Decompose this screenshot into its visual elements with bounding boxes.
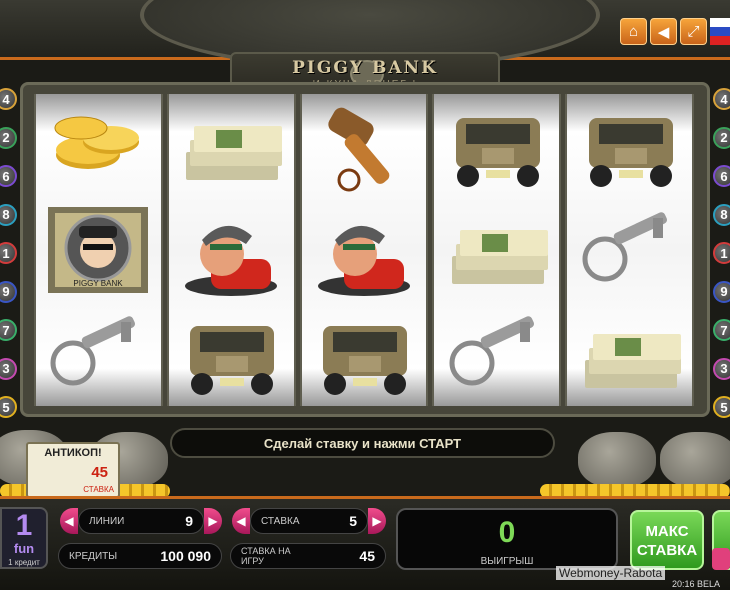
payline-badge-6[interactable]: 6 bbox=[713, 165, 730, 187]
lines-label: ЛИНИИ bbox=[89, 515, 125, 527]
robber-symbol-icon bbox=[302, 198, 427, 302]
reel-3 bbox=[299, 94, 429, 406]
payline-badge-5[interactable]: 5 bbox=[0, 396, 17, 418]
cash-stack-symbol-icon bbox=[567, 302, 692, 406]
max-bet-button[interactable]: МАКС СТАВКА bbox=[630, 510, 704, 570]
gold-coins-symbol-icon bbox=[36, 94, 161, 198]
lines-display: ЛИНИИ 9 bbox=[78, 508, 204, 534]
payline-badge-3[interactable]: 3 bbox=[0, 357, 17, 380]
bet-label: СТАВКА bbox=[261, 515, 300, 527]
clock: 20:16 BELA bbox=[672, 579, 721, 589]
cash-stack-symbol-icon bbox=[434, 198, 559, 302]
denomination-label: fun bbox=[13, 541, 35, 556]
hammer-symbol-icon bbox=[302, 94, 427, 198]
status-message: Сделай ставку и нажми СТАРТ bbox=[170, 428, 555, 458]
anticop-title: АНТИКОП! bbox=[44, 447, 102, 459]
denomination-box[interactable]: 1 fun 1 кредит bbox=[0, 507, 48, 569]
reel-1: PIGGY BANK bbox=[34, 94, 163, 406]
reel-5 bbox=[565, 94, 694, 406]
credits-label: КРЕДИТЫ bbox=[69, 550, 118, 562]
payline-badge-1[interactable]: 1 bbox=[0, 242, 17, 264]
total-bet-display: СТАВКА НА ИГРУ 45 bbox=[230, 543, 386, 569]
payline-badge-7[interactable]: 7 bbox=[713, 319, 730, 341]
denomination-value: 1 bbox=[15, 509, 33, 542]
key-symbol-icon bbox=[567, 198, 692, 302]
payline-badge-2[interactable]: 2 bbox=[713, 126, 730, 149]
auto-button[interactable] bbox=[712, 548, 730, 570]
total-bet-label: СТАВКА НА ИГРУ bbox=[241, 546, 291, 566]
svg-text:PIGGY BANK: PIGGY BANK bbox=[74, 279, 124, 288]
payline-badge-6[interactable]: 6 bbox=[0, 165, 17, 187]
truck-symbol-icon bbox=[169, 302, 294, 406]
payline-badge-8[interactable]: 8 bbox=[713, 203, 730, 226]
sound-icon[interactable]: ◀ bbox=[650, 18, 677, 45]
credits-value: 100 090 bbox=[160, 548, 211, 564]
payline-badge-8[interactable]: 8 bbox=[0, 203, 17, 226]
home-icon[interactable]: ⌂ bbox=[620, 18, 647, 45]
bet-value: 5 bbox=[349, 513, 357, 529]
payline-badge-3[interactable]: 3 bbox=[713, 357, 730, 380]
piggy-bank-robber-scatter-symbol-icon: PIGGY BANK bbox=[36, 198, 161, 302]
bet-display: СТАВКА 5 bbox=[250, 508, 368, 534]
payline-badge-4[interactable]: 4 bbox=[0, 88, 17, 110]
fullscreen-icon[interactable]: ⤢ bbox=[680, 18, 707, 45]
lines-value: 9 bbox=[185, 513, 193, 529]
cash-stack-symbol-icon bbox=[169, 94, 294, 198]
payline-badge-9[interactable]: 9 bbox=[713, 280, 730, 303]
denomination-sub: 1 кредит bbox=[8, 558, 40, 567]
payline-badge-7[interactable]: 7 bbox=[0, 319, 17, 341]
language-flag-icon[interactable] bbox=[710, 18, 730, 45]
robber-symbol-icon bbox=[169, 198, 294, 302]
truck-symbol-icon bbox=[302, 302, 427, 406]
key-symbol-icon bbox=[36, 302, 161, 406]
payline-badge-1[interactable]: 1 bbox=[713, 242, 730, 264]
anticop-bonus-card: АНТИКОП! 45 СТАВКА bbox=[26, 442, 120, 498]
truck-symbol-icon bbox=[434, 94, 559, 198]
pig-statue-right-2 bbox=[660, 432, 730, 488]
win-value: 0 bbox=[498, 516, 516, 549]
reels: PIGGY BANK bbox=[34, 94, 694, 406]
key-symbol-icon bbox=[434, 302, 559, 406]
payline-badge-5[interactable]: 5 bbox=[713, 396, 730, 418]
logo-title: PIGGY BANK bbox=[292, 58, 438, 78]
anticop-label: СТАВКА bbox=[83, 485, 114, 494]
payline-badge-4[interactable]: 4 bbox=[713, 88, 730, 110]
reel-2 bbox=[166, 94, 296, 406]
header-controls: ⌂ ◀ ⤢ bbox=[620, 18, 730, 45]
credits-display: КРЕДИТЫ 100 090 bbox=[58, 543, 222, 569]
win-display: 0 ВЫИГРЫШ bbox=[396, 508, 618, 570]
anticop-value: 45 bbox=[91, 464, 108, 481]
total-bet-value: 45 bbox=[359, 548, 375, 564]
pig-statue-right bbox=[578, 432, 656, 488]
reel-4 bbox=[432, 94, 562, 406]
truck-symbol-icon bbox=[567, 94, 692, 198]
payline-badge-2[interactable]: 2 bbox=[0, 126, 17, 149]
watermark: Webmoney-Rabota bbox=[556, 566, 666, 580]
payline-badge-9[interactable]: 9 bbox=[0, 280, 17, 303]
